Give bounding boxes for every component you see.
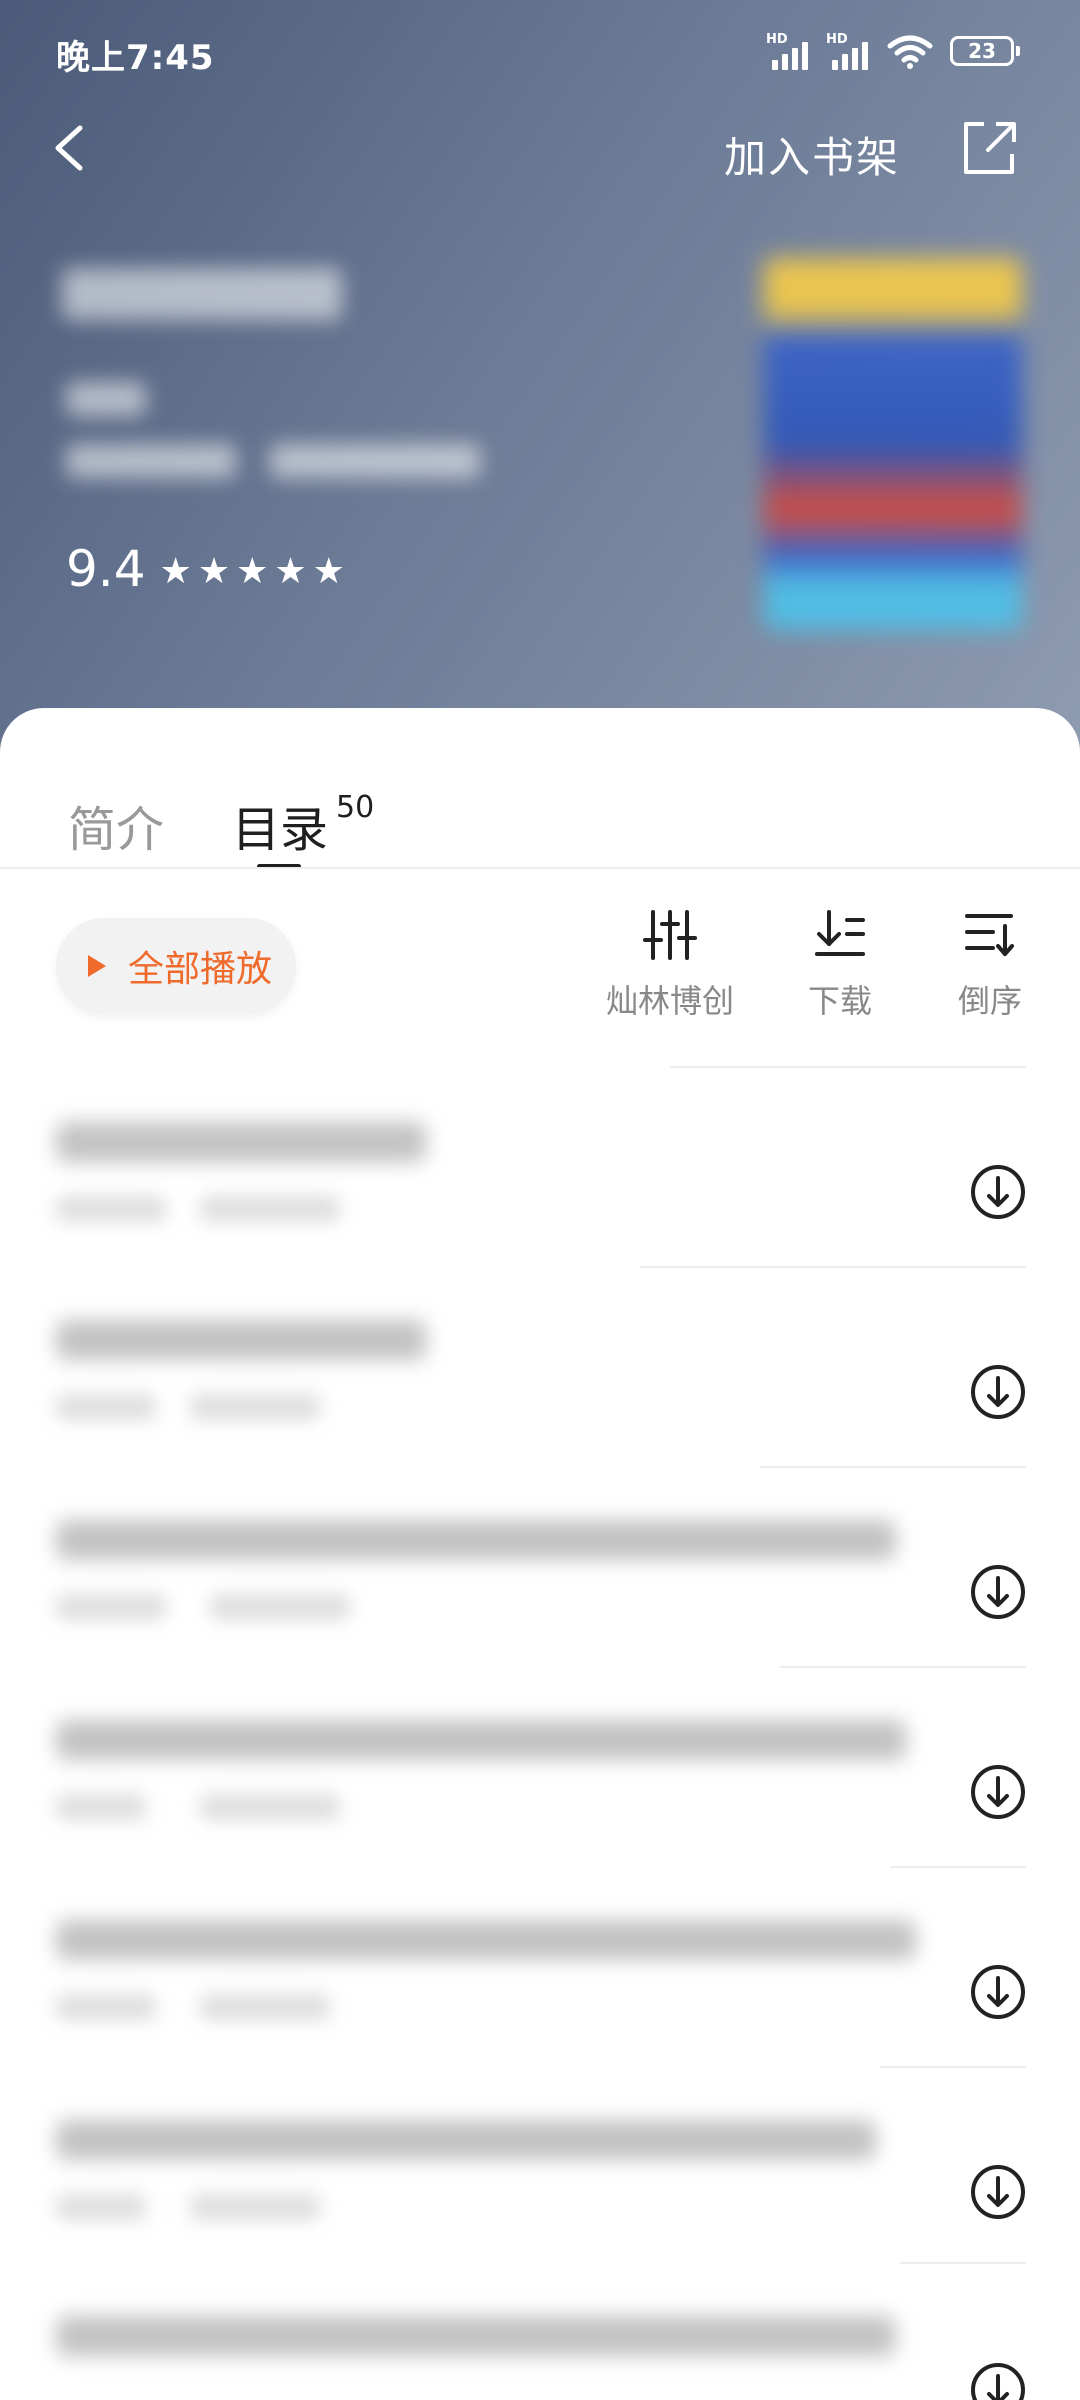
book-meta-blurred <box>66 444 236 478</box>
reverse-label: 倒序 <box>957 982 1022 1020</box>
download-circle-icon[interactable] <box>970 2164 1026 2220</box>
book-author-blurred <box>66 382 146 416</box>
download-circle-icon[interactable] <box>970 1764 1026 1820</box>
star-icon: ★ <box>159 551 192 592</box>
wifi-icon <box>887 35 933 69</box>
download-list-icon <box>815 910 865 956</box>
download-circle-icon[interactable] <box>970 1364 1026 1420</box>
book-cover <box>764 258 1022 630</box>
play-all-button[interactable]: 全部播放 <box>56 918 296 1014</box>
download-circle-icon[interactable] <box>970 1564 1026 1620</box>
download-circle-icon[interactable] <box>970 1164 1026 1220</box>
play-all-label: 全部播放 <box>128 949 273 990</box>
book-header: 晚上7:45 HD HD 23 加入书架 9.4 ★ ★ ★ ★ ★ <box>0 0 1080 760</box>
play-icon <box>88 955 106 977</box>
book-title-blurred <box>62 268 342 320</box>
status-time: 晚上7:45 <box>56 38 215 78</box>
cell-signal-icon-2: HD <box>826 32 878 70</box>
download-button[interactable]: 下载 <box>800 908 880 1022</box>
download-circle-icon[interactable] <box>970 2362 1026 2400</box>
rating-score: 9.4 <box>66 540 146 598</box>
filter-label: 灿林博创 <box>605 982 734 1020</box>
episode-row[interactable] <box>0 1666 1080 1866</box>
star-icon: ★ <box>197 551 231 592</box>
star-icon: ★ <box>312 551 345 592</box>
book-rating: 9.4 ★ ★ ★ ★ ★ <box>66 540 345 598</box>
tab-toc[interactable]: 目录 <box>232 790 328 860</box>
download-label: 下载 <box>807 982 872 1020</box>
tab-intro[interactable]: 简介 <box>68 790 164 860</box>
sort-reverse-icon <box>965 914 1014 956</box>
book-meta-blurred-2 <box>270 444 480 478</box>
episode-row[interactable] <box>0 2066 1080 2266</box>
status-bar: 晚上7:45 HD HD 23 <box>0 0 1080 100</box>
book-detail-screen: 晚上7:45 HD HD 23 加入书架 9.4 ★ ★ ★ ★ ★ 简介 目录… <box>0 0 1080 2400</box>
star-icon: ★ <box>274 551 307 592</box>
back-arrow-icon[interactable] <box>44 120 92 176</box>
battery-indicator: 23 <box>950 36 1020 66</box>
equalizer-icon <box>643 910 697 960</box>
reverse-order-button[interactable]: 倒序 <box>950 908 1030 1022</box>
add-to-shelf-button[interactable]: 加入书架 <box>724 124 900 185</box>
episode-row[interactable] <box>0 1466 1080 1666</box>
episode-row[interactable] <box>0 2262 1080 2400</box>
episode-row[interactable] <box>0 1066 1080 1266</box>
episode-row[interactable] <box>0 1866 1080 2066</box>
share-icon[interactable] <box>960 118 1018 178</box>
rating-stars: ★ ★ ★ ★ ★ <box>160 554 345 590</box>
star-icon: ★ <box>236 551 269 592</box>
cell-signal-icon: HD <box>766 32 818 70</box>
download-circle-icon[interactable] <box>970 1964 1026 2020</box>
episode-row[interactable] <box>0 1266 1080 1466</box>
tab-divider <box>0 867 1080 869</box>
toc-count: 50 <box>336 790 375 825</box>
filter-button[interactable]: 灿林博创 <box>600 908 740 1022</box>
